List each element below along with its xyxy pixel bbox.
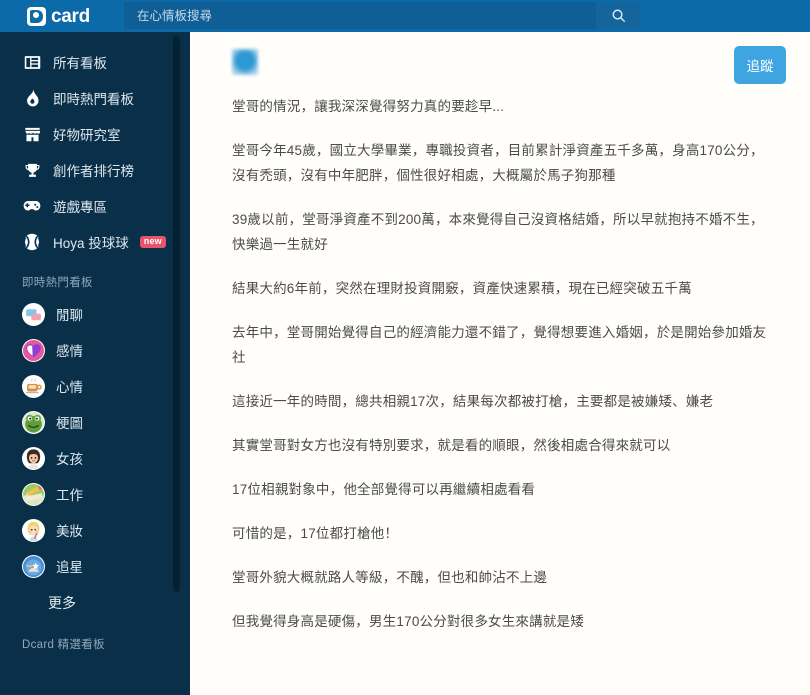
sidebar-board-label: 工作 <box>56 488 83 503</box>
trophy-icon <box>22 160 42 180</box>
girl-face-avatar <box>22 446 45 470</box>
sidebar-item-label: 創作者排行榜 <box>53 164 134 179</box>
sidebar-board-label: 心情 <box>56 380 83 395</box>
sidebar-item-game-zone[interactable]: 遊戲專區 <box>0 188 190 224</box>
search-button[interactable] <box>596 2 640 29</box>
baseball-icon <box>22 232 42 252</box>
logo-text: card <box>51 5 90 27</box>
post-paragraph: 結果大約6年前，突然在理財投資開竅，資產快速累積，現在已經突破五千萬 <box>232 281 692 296</box>
post-paragraph: 17位相親對象中，他全部覺得可以再繼續相處看看 <box>232 482 536 497</box>
sidebar-board-chat[interactable]: 閒聊 <box>0 296 190 332</box>
post-body: 堂哥的情況，讓我深深覺得努力真的要趁早... 堂哥今年45歲，國立大學畢業，專職… <box>190 94 810 634</box>
star-fan-avatar <box>22 554 45 578</box>
boards-grid-icon <box>22 52 42 72</box>
sidebar-item-label: 所有看板 <box>53 56 107 71</box>
sidebar-board-relationship[interactable]: 感情 <box>0 332 190 368</box>
flame-icon <box>22 88 42 108</box>
post-paragraph: 其實堂哥對女方也沒有特別要求，就是看的順眼，然後相處合得來就可以 <box>232 438 671 453</box>
sidebar-board-memes[interactable]: 梗圖 <box>0 404 190 440</box>
sidebar-board-label: 閒聊 <box>56 308 83 323</box>
sidebar-item-all-boards[interactable]: 所有看板 <box>0 44 190 80</box>
sidebar-board-star-chasing[interactable]: 追星 <box>0 548 190 584</box>
dcard-post-page: card 所有看板 <box>0 0 810 695</box>
search-input[interactable] <box>124 2 596 29</box>
gamepad-icon <box>22 196 42 216</box>
dcard-logo[interactable]: card <box>27 0 90 32</box>
post-paragraph: 堂哥外貌大概就路人等級，不醜，但也和帥沾不上邊 <box>232 570 548 585</box>
sidebar-scrollbar-thumb[interactable] <box>173 36 180 592</box>
sidebar-item-hoya-baseball[interactable]: Hoya 投球球 new <box>0 224 190 260</box>
post-paragraph: 可惜的是，17位都打槍他！ <box>232 526 399 541</box>
sidebar-more-button[interactable]: 更多 <box>0 584 190 622</box>
sidebar-board-mood[interactable]: 心情 <box>0 368 190 404</box>
post-paragraph: 這接近一年的時間，總共相親17次，結果每次都被打槍，主要都是被嫌矮、嫌老 <box>232 394 714 409</box>
sidebar-item-trending-boards[interactable]: 即時熱門看板 <box>0 80 190 116</box>
sidebar-nav-list: 所有看板 即時熱門看板 好物研究室 創作者排行榜 遊戲專區 Hoya 投球球 n… <box>0 32 190 260</box>
sidebar-section-label: 即時熱門看板 <box>22 277 93 289</box>
sidebar: 所有看板 即時熱門看板 好物研究室 創作者排行榜 遊戲專區 Hoya 投球球 n… <box>0 32 190 695</box>
post-content-area: 追蹤 堂哥的情況，讓我深深覺得努力真的要趁早... 堂哥今年45歲，國立大學畢業… <box>190 32 810 695</box>
follow-button[interactable]: 追蹤 <box>734 46 786 84</box>
sidebar-item-label: 好物研究室 <box>53 128 121 143</box>
sidebar-board-makeup[interactable]: 美妝 <box>0 512 190 548</box>
post-paragraph: 39歲以前，堂哥淨資產不到200萬，本來覺得自己沒資格結婚，所以早就抱持不婚不生… <box>232 212 764 252</box>
top-header-bar: card <box>0 0 810 32</box>
sidebar-board-label: 梗圖 <box>56 416 83 431</box>
sidebar-featured-label: Dcard 精選看板 <box>22 639 105 651</box>
sidebar-board-work[interactable]: 工作 <box>0 476 190 512</box>
sidebar-board-label: 女孩 <box>56 452 83 467</box>
post-paragraph: 去年中，堂哥開始覺得自己的經濟能力還不錯了，覺得想要進入婚姻，於是開始參加婚友社 <box>232 325 767 365</box>
sidebar-item-label: 遊戲專區 <box>53 200 107 215</box>
sidebar-item-label: Hoya 投球球 <box>53 236 129 251</box>
sidebar-board-label: 追星 <box>56 560 83 575</box>
sidebar-board-list: 閒聊 感情 心情 梗圖 女孩 工作 美妝 追星 <box>0 296 190 584</box>
pink-heart-avatar <box>22 338 45 362</box>
sidebar-board-label: 感情 <box>56 344 83 359</box>
frog-avatar <box>22 410 45 434</box>
sidebar-item-label: 即時熱門看板 <box>53 92 134 107</box>
search-icon <box>611 8 626 23</box>
coffee-cup-avatar <box>22 374 45 398</box>
new-badge: new <box>139 236 166 248</box>
post-paragraph: 但我覺得身高是硬傷，男生170公分對很多女生來講就是矮 <box>232 614 584 629</box>
dcard-logo-icon <box>27 6 46 26</box>
avatar <box>232 49 258 75</box>
search-bar[interactable] <box>124 2 640 29</box>
post-author-header: 追蹤 <box>190 32 810 94</box>
chat-bubbles-avatar <box>22 302 45 326</box>
makeup-girl-avatar <box>22 518 45 542</box>
pencil-desk-avatar <box>22 482 45 506</box>
sidebar-item-creator-ranking[interactable]: 創作者排行榜 <box>0 152 190 188</box>
sidebar-board-label: 美妝 <box>56 524 83 539</box>
post-paragraph: 堂哥今年45歲，國立大學畢業，專職投資者，目前累計淨資產五千多萬，身高170公分… <box>232 143 764 183</box>
sidebar-board-girls[interactable]: 女孩 <box>0 440 190 476</box>
post-paragraph: 堂哥的情況，讓我深深覺得努力真的要趁早... <box>232 99 505 114</box>
storefront-icon <box>22 124 42 144</box>
sidebar-item-goods-lab[interactable]: 好物研究室 <box>0 116 190 152</box>
